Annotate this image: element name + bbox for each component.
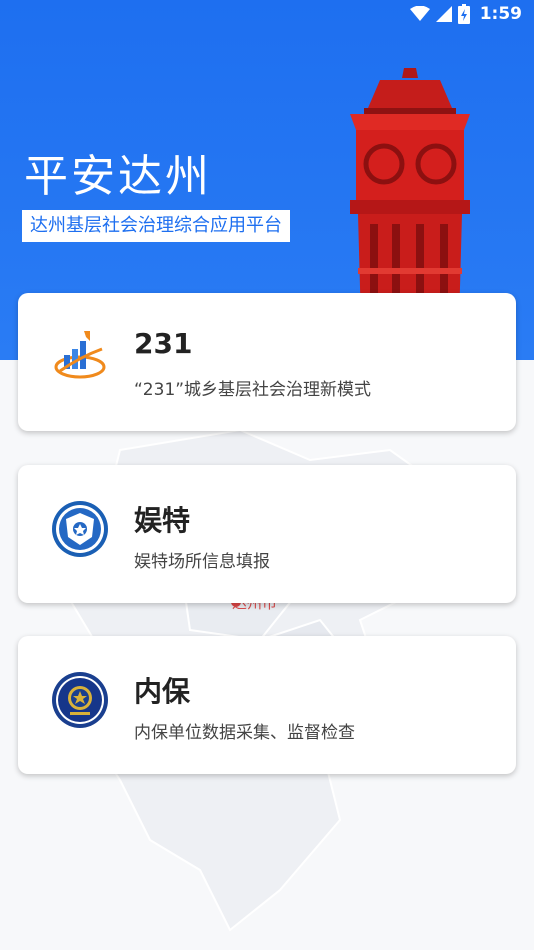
battery-icon bbox=[457, 4, 470, 24]
police-emblem-icon bbox=[52, 672, 108, 728]
hero-title: 平安达州 bbox=[24, 151, 212, 202]
card-yute[interactable]: 娱特 娱特场所信息填报 bbox=[18, 465, 516, 603]
hero-subtitle: 达州基层社会治理综合应用平台 bbox=[22, 210, 290, 242]
wifi-icon bbox=[409, 6, 430, 21]
card-description: “231”城乡基层社会治理新模式 bbox=[134, 380, 372, 400]
police-badge-icon bbox=[52, 501, 108, 557]
bar-chart-logo-icon bbox=[54, 331, 106, 379]
card-title: 娱特 bbox=[134, 504, 191, 537]
card-title: 231 bbox=[134, 327, 193, 360]
status-bar: 1:59 bbox=[0, 0, 534, 28]
card-231[interactable]: 231 “231”城乡基层社会治理新模式 bbox=[18, 293, 516, 431]
card-description: 内保单位数据采集、监督检查 bbox=[134, 723, 355, 743]
card-title: 内保 bbox=[134, 675, 191, 708]
status-time: 1:59 bbox=[479, 4, 522, 24]
card-description: 娱特场所信息填报 bbox=[134, 552, 270, 572]
cellular-signal-icon bbox=[435, 6, 452, 22]
card-neibao[interactable]: 内保 内保单位数据采集、监督检查 bbox=[18, 636, 516, 774]
